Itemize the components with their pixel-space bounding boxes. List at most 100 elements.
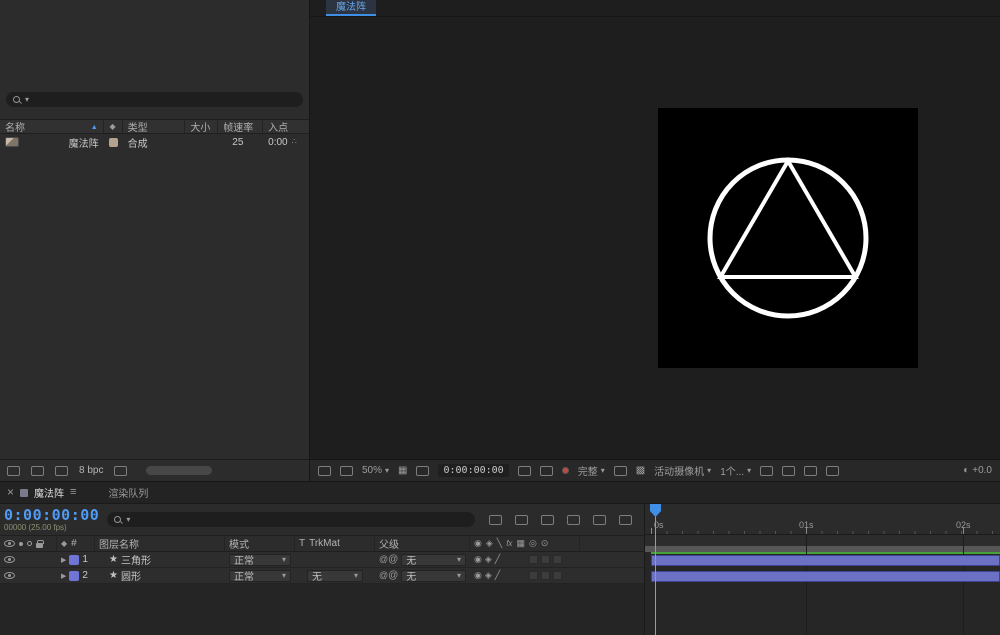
collapse-switch[interactable]	[485, 555, 492, 565]
layer-name[interactable]: 圆形	[121, 568, 141, 583]
shy-switch[interactable]	[474, 571, 482, 581]
pixel-aspect-correction-icon[interactable]	[760, 466, 773, 476]
always-preview-icon[interactable]	[318, 466, 331, 476]
frame-blend-switch[interactable]	[529, 571, 538, 580]
timeline-track-area[interactable]: 0s 01s 02s	[645, 504, 1000, 635]
column-header-in-point[interactable]: 入点	[263, 120, 309, 133]
visibility-eye-icon[interactable]	[4, 572, 15, 579]
exposure-control[interactable]: +0.0	[963, 465, 992, 476]
visibility-eye-icon[interactable]	[4, 556, 15, 563]
label-number-header[interactable]: #	[57, 536, 95, 551]
interpret-footage-icon[interactable]	[7, 466, 20, 476]
primary-viewer-icon[interactable]	[340, 466, 353, 476]
fast-previews-icon[interactable]	[782, 466, 795, 476]
motion-blur-switch[interactable]	[541, 571, 550, 580]
quality-switch[interactable]	[495, 571, 500, 581]
column-header-frame-rate[interactable]: 帧速率	[218, 120, 263, 133]
label-color-swatch[interactable]	[109, 138, 118, 147]
show-channel-icon[interactable]	[562, 467, 569, 474]
3d-switch[interactable]	[553, 555, 562, 564]
timeline-search-input[interactable]	[133, 514, 469, 525]
project-search[interactable]	[6, 92, 303, 107]
current-time-display[interactable]: 0:00:00:00 00000 (25.00 fps)	[4, 507, 99, 532]
timeline-search[interactable]	[107, 512, 475, 527]
parent-select[interactable]: 无	[401, 570, 466, 582]
show-snapshot-icon[interactable]	[540, 466, 553, 476]
viewer-timecode[interactable]: 0:00:00:00	[438, 464, 508, 477]
trkmat-select[interactable]: 无	[307, 570, 363, 582]
column-header-name[interactable]: 名称	[0, 120, 104, 133]
graph-editor-icon[interactable]	[619, 515, 632, 525]
scrollbar-thumb[interactable]	[146, 466, 212, 475]
motion-blur-icon[interactable]	[593, 515, 606, 525]
layer-label-swatch[interactable]	[69, 555, 79, 565]
blend-mode-select[interactable]: 正常	[229, 570, 291, 582]
timeline-tab-render-queue[interactable]: 渲染队列	[108, 485, 148, 500]
layer-name-cell[interactable]: 三角形	[95, 552, 225, 567]
project-search-input[interactable]	[32, 94, 297, 105]
search-options-caret-icon[interactable]	[126, 515, 130, 525]
layer-label-swatch[interactable]	[69, 571, 79, 581]
mask-path-visibility-icon[interactable]	[416, 466, 429, 476]
item-in-point-cell: 0:00	[263, 134, 309, 150]
layer-row-2[interactable]: 2 圆形 正常 无	[0, 568, 644, 584]
mode-header[interactable]: 模式	[225, 536, 295, 551]
current-timecode[interactable]: 0:00:00:00	[4, 507, 99, 523]
layer-row-1[interactable]: 1 三角形 正常 @	[0, 552, 644, 568]
item-label-cell[interactable]	[104, 134, 123, 150]
layer-name-cell[interactable]: 圆形	[95, 568, 225, 583]
column-header-size[interactable]: 大小	[185, 120, 218, 133]
3d-view-select[interactable]: 活动摄像机	[654, 463, 711, 478]
layer-name-header[interactable]: 图层名称	[95, 536, 225, 551]
viewer-tab-composition[interactable]: 魔法阵	[326, 0, 376, 16]
column-header-label-color[interactable]	[104, 120, 123, 133]
column-header-type[interactable]: 类型	[123, 120, 186, 133]
parent-select[interactable]: 无	[401, 554, 466, 566]
close-icon[interactable]	[7, 486, 14, 499]
switches-header[interactable]	[470, 536, 580, 551]
search-options-caret-icon[interactable]	[25, 95, 29, 105]
snapshot-icon[interactable]	[518, 466, 531, 476]
frame-blending-icon[interactable]	[567, 515, 580, 525]
blend-mode-select[interactable]: 正常	[229, 554, 291, 566]
shy-switch[interactable]	[474, 555, 482, 565]
av-features-header[interactable]	[0, 536, 57, 551]
resolution-select[interactable]: 完整	[578, 463, 605, 478]
motion-blur-switch[interactable]	[541, 555, 550, 564]
project-item-row[interactable]: 魔法阵 合成 25 0:00	[0, 134, 309, 150]
new-composition-icon[interactable]	[55, 466, 68, 476]
pickwhip-icon[interactable]: @	[379, 555, 398, 565]
delete-icon[interactable]	[114, 466, 127, 476]
quality-switch[interactable]	[495, 555, 500, 565]
frame-blend-switch[interactable]	[529, 555, 538, 564]
layer-duration-bar[interactable]	[651, 571, 1000, 582]
layer-duration-bar[interactable]	[651, 555, 1000, 566]
item-name-cell[interactable]: 魔法阵	[0, 134, 104, 150]
composition-canvas[interactable]	[658, 108, 918, 368]
panel-menu-icon[interactable]	[70, 487, 76, 498]
sort-ascending-icon[interactable]	[91, 122, 98, 132]
comp-mini-flowchart-icon[interactable]	[489, 515, 502, 525]
magnification-select[interactable]: 50%	[362, 465, 389, 476]
hide-shy-layers-icon[interactable]	[541, 515, 554, 525]
draft-3d-icon[interactable]	[515, 515, 528, 525]
transparency-grid-icon[interactable]	[636, 466, 645, 476]
3d-switch[interactable]	[553, 571, 562, 580]
pickwhip-icon[interactable]: @	[379, 571, 398, 581]
time-ruler[interactable]: 0s 01s 02s	[645, 504, 1000, 535]
viewer-stage[interactable]	[310, 17, 1000, 459]
timeline-tab-composition[interactable]: 魔法阵	[34, 485, 64, 500]
project-bit-depth[interactable]: 8 bpc	[79, 465, 103, 476]
parent-header[interactable]: 父级	[375, 536, 470, 551]
trkmat-header[interactable]: T TrkMat	[295, 536, 375, 551]
view-layout-select[interactable]: 1个...	[720, 463, 751, 478]
timeline-button-icon[interactable]	[804, 466, 817, 476]
expand-arrow-icon[interactable]	[61, 571, 66, 581]
expand-arrow-icon[interactable]	[61, 555, 66, 565]
layer-name[interactable]: 三角形	[121, 552, 151, 567]
new-folder-icon[interactable]	[31, 466, 44, 476]
collapse-switch[interactable]	[485, 571, 492, 581]
region-of-interest-icon[interactable]	[614, 466, 627, 476]
flowchart-icon[interactable]	[826, 466, 839, 476]
grid-and-guides-icon[interactable]	[398, 466, 407, 476]
